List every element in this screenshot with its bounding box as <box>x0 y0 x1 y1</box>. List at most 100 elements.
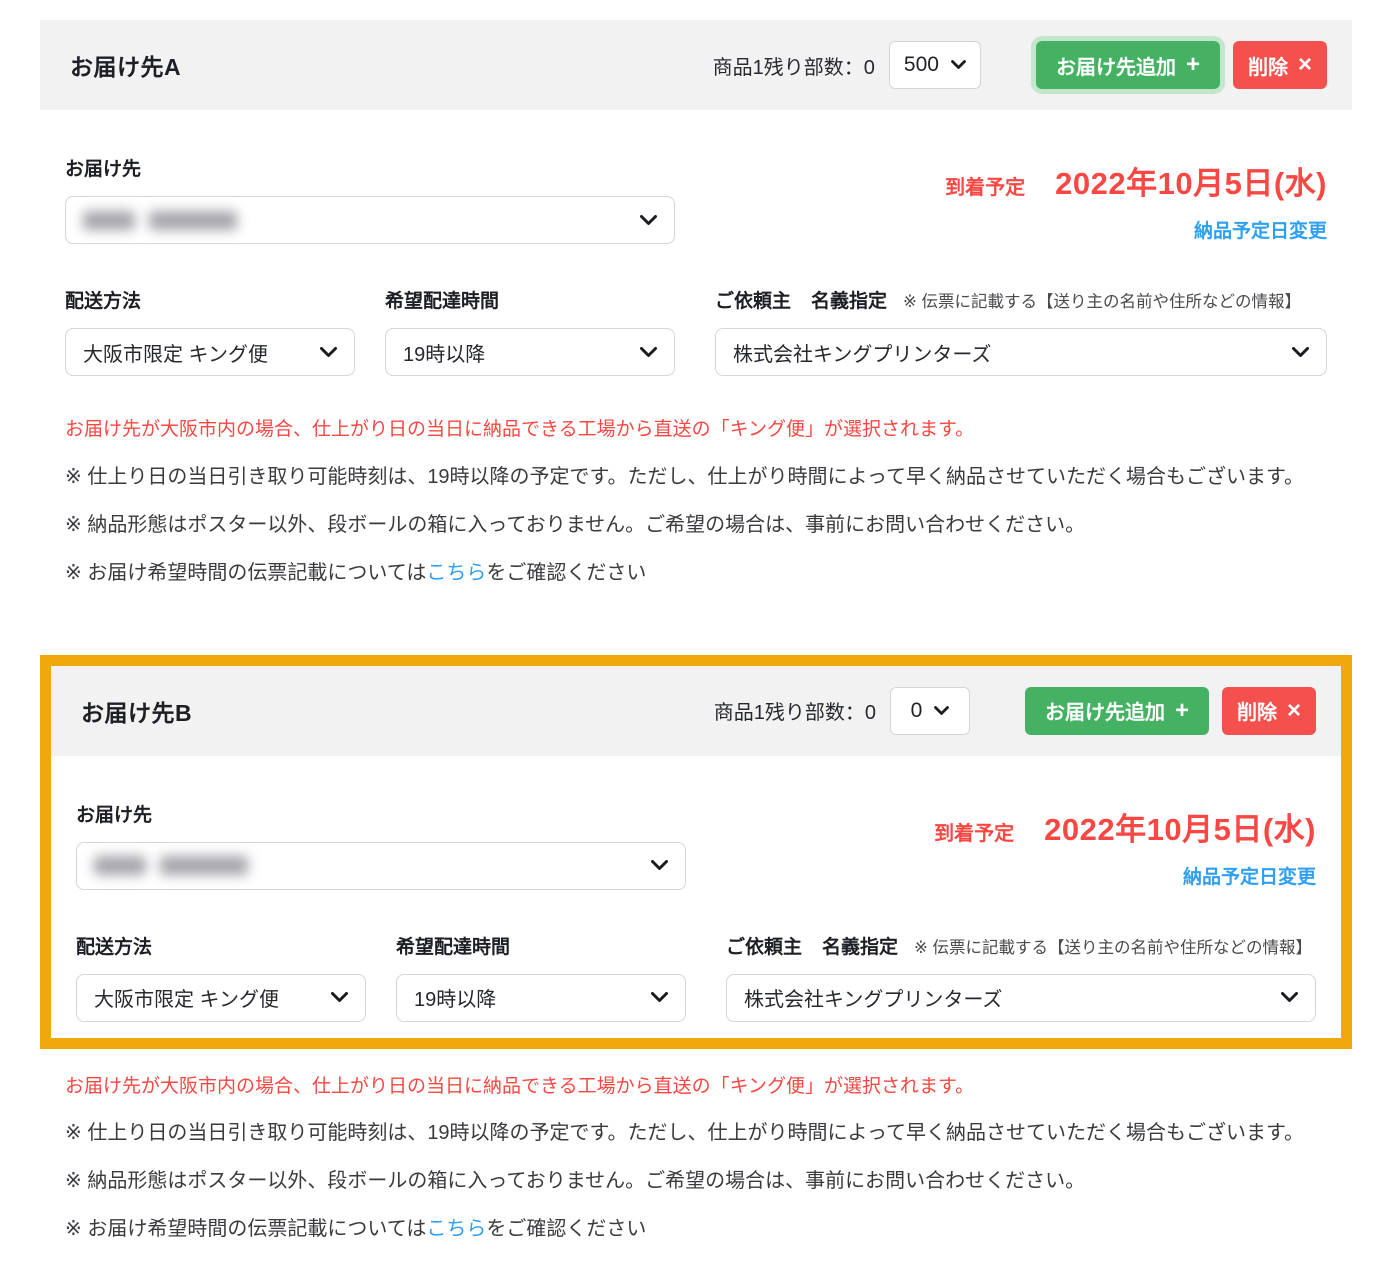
chevron-down-icon <box>640 215 657 226</box>
section-a-body: お届け先 到着予定 2022年10月5日(水) <box>40 154 1352 376</box>
delivery-destinations-page: お届け先A 商品1残り部数：0 500 お届け先追加 + 削除 × <box>0 0 1392 1275</box>
note-slip-text-before: ※ お届け希望時間の伝票記載については <box>65 1218 426 1240</box>
chevron-down-icon <box>1281 992 1298 1003</box>
plus-icon: + <box>1186 53 1200 77</box>
chevron-down-icon <box>320 347 337 358</box>
sender-note: ※ 伝票に記載する【送り主の名前や住所などの情報】 <box>903 288 1301 312</box>
destination-field: お届け先 <box>65 154 675 244</box>
sender-field: ご依頼主 名義指定 ※ 伝票に記載する【送り主の名前や住所などの情報】 株式会社… <box>726 932 1316 1022</box>
destination-section-a: お届け先A 商品1残り部数：0 500 お届け先追加 + 削除 × <box>40 20 1352 589</box>
kochira-link[interactable]: こちら <box>426 562 486 584</box>
delivery-time-value: 19時以降 <box>403 338 485 367</box>
change-delivery-date-link[interactable]: 納品予定日変更 <box>1183 862 1316 889</box>
note-pickup-time: ※ 仕上り日の当日引き取り可能時刻は、19時以降の予定です。ただし、仕上がり時間… <box>65 462 1327 493</box>
section-b-highlight-box: お届け先B 商品1残り部数：0 0 お届け先追加 + 削除 <box>40 655 1352 1049</box>
shipping-method-field: 配送方法 大阪市限定 キング便 <box>76 932 366 1022</box>
quantity-select[interactable]: 500 <box>889 41 981 89</box>
sender-select[interactable]: 株式会社キングプリンターズ <box>715 328 1327 376</box>
delivery-time-field: 希望配達時間 19時以降 <box>385 286 675 376</box>
sender-field: ご依頼主 名義指定 ※ 伝票に記載する【送り主の名前や住所などの情報】 株式会社… <box>715 286 1327 376</box>
section-b-body: お届け先 到着予定 2022年10 <box>51 800 1341 1022</box>
shipping-row: 配送方法 大阪市限定 キング便 希望配達時間 19時以降 <box>76 932 1316 1022</box>
chevron-down-icon <box>1292 347 1309 358</box>
arrival-line: 到着予定 2022年10月5日(水) <box>934 804 1316 849</box>
section-a-notes: お届け先が大阪市内の場合、仕上がり日の当日に納品できる工場から直送の「キング便」… <box>40 416 1352 589</box>
sender-value: 株式会社キングプリンターズ <box>733 338 991 367</box>
note-packaging: ※ 納品形態はポスター以外、段ボールの箱に入っておりません。ご希望の場合は、事前… <box>65 1166 1327 1197</box>
chevron-down-icon <box>651 992 668 1003</box>
section-title: お届け先B <box>81 694 192 728</box>
delivery-time-label: 希望配達時間 <box>385 286 675 313</box>
destination-value-redacted <box>94 856 248 875</box>
chevron-down-icon <box>331 992 348 1003</box>
arrival-label: 到着予定 <box>945 171 1025 200</box>
shipping-method-select[interactable]: 大阪市限定 キング便 <box>65 328 355 376</box>
arrival-date: 2022年10月5日(水) <box>1044 804 1316 849</box>
section-a-header-controls: 商品1残り部数：0 500 お届け先追加 + 削除 × <box>713 41 1327 89</box>
destination-row: お届け先 到着予定 2022年10 <box>76 800 1316 890</box>
delivery-time-select[interactable]: 19時以降 <box>396 974 686 1022</box>
plus-icon: + <box>1175 699 1189 723</box>
delete-destination-button[interactable]: 削除 × <box>1233 41 1327 89</box>
note-slip-text-after: をご確認ください <box>486 1218 646 1240</box>
destination-label: お届け先 <box>65 154 675 181</box>
quantity-value: 0 <box>911 699 923 723</box>
delete-destination-button[interactable]: 削除 × <box>1222 687 1316 735</box>
section-b-notes: お届け先が大阪市内の場合、仕上がり日の当日に納品できる工場から直送の「キング便」… <box>40 1073 1352 1246</box>
quantity-select[interactable]: 0 <box>890 687 970 735</box>
destination-select[interactable] <box>65 196 675 244</box>
sender-label-row: ご依頼主 名義指定 ※ 伝票に記載する【送り主の名前や住所などの情報】 <box>715 286 1327 313</box>
shipping-method-field: 配送方法 大阪市限定 キング便 <box>65 286 355 376</box>
section-title: お届け先A <box>70 48 181 82</box>
delivery-time-value: 19時以降 <box>414 983 496 1012</box>
destination-section-b: お届け先B 商品1残り部数：0 0 お届け先追加 + 削除 <box>40 655 1352 1246</box>
delivery-time-select[interactable]: 19時以降 <box>385 328 675 376</box>
shipping-method-label: 配送方法 <box>76 932 366 959</box>
shipping-method-label: 配送方法 <box>65 286 355 313</box>
destination-select[interactable] <box>76 842 686 890</box>
delete-destination-label: 削除 <box>1248 51 1288 80</box>
chevron-down-icon <box>640 347 657 358</box>
king-bin-warning: お届け先が大阪市内の場合、仕上がり日の当日に納品できる工場から直送の「キング便」… <box>65 416 1327 445</box>
close-icon: × <box>1287 699 1301 723</box>
destination-row: お届け先 到着予定 2022年10月5日(水) <box>65 154 1327 244</box>
king-bin-warning: お届け先が大阪市内の場合、仕上がり日の当日に納品できる工場から直送の「キング便」… <box>65 1073 1327 1102</box>
chevron-down-icon <box>651 860 668 871</box>
sender-note: ※ 伝票に記載する【送り主の名前や住所などの情報】 <box>914 934 1312 958</box>
note-slip-info: ※ お届け希望時間の伝票記載についてはこちらをご確認ください <box>65 1214 1327 1245</box>
destination-label: お届け先 <box>76 800 686 827</box>
add-destination-label: お届け先追加 <box>1056 51 1176 80</box>
destination-value-redacted <box>83 211 237 230</box>
arrival-line: 到着予定 2022年10月5日(水) <box>945 158 1327 203</box>
chevron-down-icon <box>951 60 966 70</box>
sender-sublabel: 名義指定 <box>822 932 898 959</box>
delivery-time-label: 希望配達時間 <box>396 932 686 959</box>
sender-value: 株式会社キングプリンターズ <box>744 983 1002 1012</box>
sender-sublabel: 名義指定 <box>811 286 887 313</box>
shipping-method-value: 大阪市限定 キング便 <box>83 338 268 367</box>
delete-destination-label: 削除 <box>1237 696 1277 725</box>
section-b-header-controls: 商品1残り部数：0 0 お届け先追加 + 削除 × <box>714 687 1316 735</box>
close-icon: × <box>1298 53 1312 77</box>
arrival-info: 到着予定 2022年10月5日(水) 納品予定日変更 <box>934 800 1316 890</box>
section-b-header: お届け先B 商品1残り部数：0 0 お届け先追加 + 削除 <box>51 666 1341 756</box>
sender-label: ご依頼主 <box>726 932 802 959</box>
note-slip-text-after: をご確認ください <box>486 562 646 584</box>
remaining-count-label: 商品1残り部数：0 <box>713 51 875 80</box>
arrival-date: 2022年10月5日(水) <box>1055 158 1327 203</box>
arrival-info: 到着予定 2022年10月5日(水) 納品予定日変更 <box>945 154 1327 244</box>
note-packaging: ※ 納品形態はポスター以外、段ボールの箱に入っておりません。ご希望の場合は、事前… <box>65 510 1327 541</box>
note-pickup-time: ※ 仕上り日の当日引き取り可能時刻は、19時以降の予定です。ただし、仕上がり時間… <box>65 1118 1327 1149</box>
add-destination-button[interactable]: お届け先追加 + <box>1025 687 1209 735</box>
shipping-method-value: 大阪市限定 キング便 <box>94 983 279 1012</box>
chevron-down-icon <box>934 706 949 716</box>
change-delivery-date-link[interactable]: 納品予定日変更 <box>1194 216 1327 243</box>
sender-select[interactable]: 株式会社キングプリンターズ <box>726 974 1316 1022</box>
add-destination-button[interactable]: お届け先追加 + <box>1036 41 1220 89</box>
kochira-link[interactable]: こちら <box>426 1218 486 1240</box>
shipping-method-select[interactable]: 大阪市限定 キング便 <box>76 974 366 1022</box>
note-slip-info: ※ お届け希望時間の伝票記載についてはこちらをご確認ください <box>65 558 1327 589</box>
quantity-value: 500 <box>904 53 939 77</box>
note-slip-text-before: ※ お届け希望時間の伝票記載については <box>65 562 426 584</box>
remaining-count-label: 商品1残り部数：0 <box>714 696 876 725</box>
